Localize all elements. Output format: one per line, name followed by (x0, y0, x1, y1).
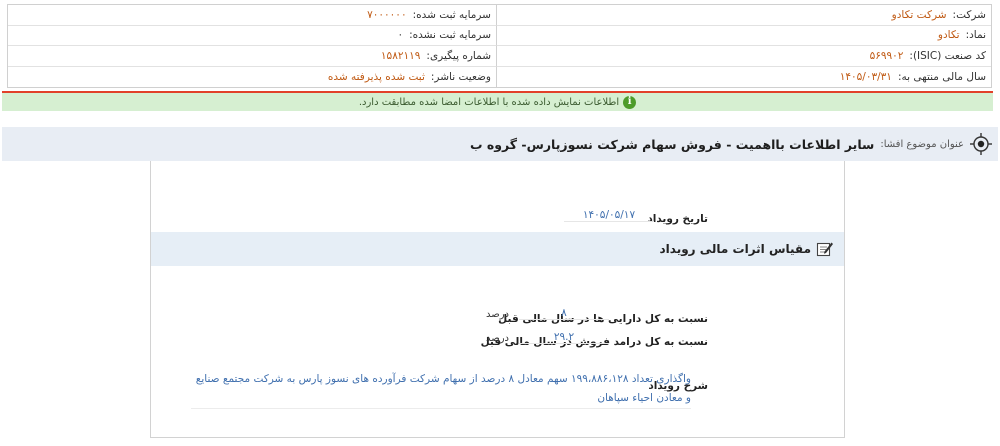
isic-cell: کد صنعت (ISIC): ۵۶۹۹۰۲ (497, 46, 991, 67)
event-date-label: تاریخ رویداد (647, 213, 708, 225)
company-info-table: شرکت: شرکت تکادو سرمایه ثبت شده: ۷۰۰۰۰۰۰… (7, 4, 992, 88)
verification-alert: i اطلاعات نمایش داده شده با اطلاعات امضا… (2, 91, 993, 111)
fiscal-year-value: ۱۴۰۵/۰۳/۳۱ (839, 70, 892, 83)
disclosure-subject-bar: عنوان موضوع افشا: سایر اطلاعات بااهمیت -… (2, 127, 998, 161)
publisher-status-value: ثبت شده پذیرفته شده (327, 70, 425, 83)
event-description-value: واگذاری تعداد ۱۹۹،۸۸۶،۱۲۸ سهم معادل ۸ در… (191, 370, 691, 409)
capital-unregistered-cell: سرمایه ثبت نشده: ۰ (8, 25, 497, 46)
company-value[interactable]: شرکت تکادو (892, 9, 947, 21)
symbol-value[interactable]: تکادو (938, 29, 960, 41)
fiscal-year-label: سال مالی منتهی به: (897, 70, 986, 83)
company-cell: شرکت: شرکت تکادو (497, 5, 991, 26)
publisher-status-label: وضعیت ناشر: (430, 70, 491, 83)
symbol-label: نماد: (965, 29, 986, 42)
tracking-cell: شماره پیگیری: ۱۵۸۲۱۱۹ (8, 46, 497, 67)
edit-icon (816, 242, 833, 257)
event-details-panel: تاریخ رویداد ۱۴۰۵/۰۵/۱۷ مقیاس اثرات مالی… (150, 161, 845, 438)
verification-alert-text: اطلاعات نمایش داده شده با اطلاعات امضا ش… (358, 96, 620, 108)
symbol-cell: نماد: تکادو (497, 26, 991, 46)
capital-registered-value: ۷۰۰۰۰۰۰ (367, 8, 407, 21)
info-icon: i (623, 95, 637, 109)
company-label: شرکت: (952, 8, 986, 21)
target-icon (970, 133, 992, 155)
capital-unregistered-label: سرمایه ثبت نشده: (409, 29, 491, 42)
isic-value: ۵۶۹۹۰۲ (869, 49, 904, 62)
tracking-value: ۱۵۸۲۱۱۹ (380, 49, 421, 62)
isic-label: کد صنعت (ISIC): (909, 49, 986, 62)
tracking-label: شماره پیگیری: (426, 49, 491, 62)
financial-impact-section-title: مقیاس اثرات مالی رویداد (659, 242, 811, 256)
metric-assets-unit: درصد (485, 309, 509, 320)
event-date-value: ۱۴۰۵/۰۵/۱۷ (564, 209, 654, 222)
fiscal-year-cell: سال مالی منتهی به: ۱۴۰۵/۰۳/۳۱ (497, 67, 991, 88)
capital-registered-label: سرمایه ثبت شده: (412, 8, 491, 21)
subject-label: عنوان موضوع افشا: (880, 138, 964, 150)
capital-registered-cell: سرمایه ثبت شده: ۷۰۰۰۰۰۰ (8, 5, 497, 26)
metric-sales-value: ۲۹.۲ (519, 331, 609, 344)
financial-impact-section-header: مقیاس اثرات مالی رویداد (151, 232, 844, 266)
metric-sales-unit: درصد (485, 333, 509, 344)
capital-unregistered-value: ۰ (397, 29, 404, 42)
publisher-status-cell: وضعیت ناشر: ثبت شده پذیرفته شده (8, 66, 497, 87)
metric-assets-value: ۸ (519, 307, 609, 320)
subject-title: سایر اطلاعات بااهمیت - فروش سهام شرکت نس… (469, 136, 875, 152)
